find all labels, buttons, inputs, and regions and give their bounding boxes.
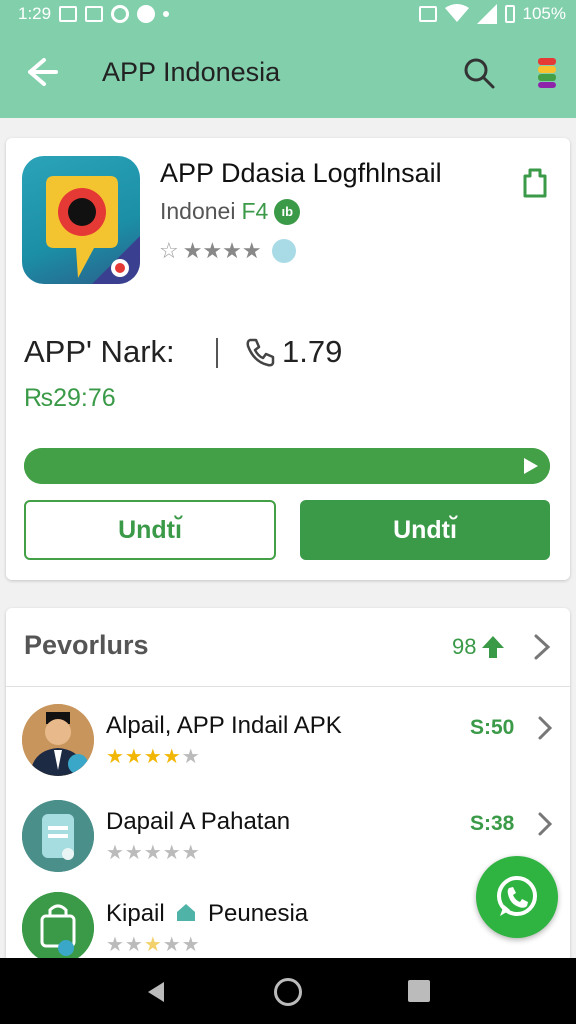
status-bar: 1:29 105% bbox=[0, 0, 576, 32]
section-title: Pevorlurs bbox=[24, 630, 149, 660]
battery-percent: 105% bbox=[522, 4, 566, 23]
chevron-right-icon[interactable] bbox=[534, 810, 556, 838]
whatsapp-icon bbox=[497, 876, 537, 916]
price-text: ₨29:76 bbox=[24, 384, 116, 412]
vertical-divider bbox=[216, 338, 218, 368]
app-icon bbox=[22, 156, 140, 284]
wifi-icon bbox=[444, 4, 469, 22]
list-item-price: S:50 bbox=[470, 716, 515, 739]
list-item-title: Alpail, APP Indail APK bbox=[106, 712, 342, 739]
nav-back-icon[interactable] bbox=[144, 980, 168, 1004]
signal-icon bbox=[476, 4, 497, 24]
section-count[interactable]: 98 bbox=[452, 634, 506, 660]
tablet-icon bbox=[22, 800, 94, 872]
mark-value: 1.79 bbox=[282, 334, 343, 369]
bookmark-icon[interactable] bbox=[520, 166, 550, 200]
rating-stars: ★★★★ bbox=[182, 238, 262, 263]
app-rating: ☆ ★★★★ bbox=[159, 238, 296, 264]
shopping-bag-icon bbox=[22, 892, 94, 964]
mark-label: APP' Nark: bbox=[24, 334, 175, 369]
progress-fill bbox=[24, 448, 550, 484]
list-item-rating: ★★★★★ bbox=[106, 746, 201, 768]
app-detail-card: APP Ddasia Logfhlnsail Indonei F4 ıb ☆ ★★… bbox=[6, 138, 570, 580]
home-icon bbox=[177, 904, 196, 921]
chevron-right-icon[interactable] bbox=[534, 714, 556, 742]
sim-icon bbox=[418, 6, 437, 22]
list-item-title: Dapail A Pahatan bbox=[106, 808, 291, 835]
developer-name: Indonei bbox=[160, 198, 236, 224]
chat-notification-icon bbox=[137, 5, 156, 23]
section-count-text: 98 bbox=[452, 634, 477, 659]
whatsapp-fab[interactable] bbox=[476, 856, 558, 938]
download-progress-bar bbox=[24, 448, 550, 484]
list-item[interactable]: Alpail, APP Indail APK ★★★★★ S:50 bbox=[6, 704, 570, 800]
developer-badge: ıb bbox=[274, 198, 301, 225]
rating-badge-icon bbox=[271, 239, 296, 263]
app-header: 1:29 105% APP Indonesia bbox=[0, 0, 576, 118]
phone-icon bbox=[246, 338, 275, 367]
map-pin-icon bbox=[46, 176, 140, 284]
system-nav-bar bbox=[0, 958, 576, 1024]
developer-suffix: F4 bbox=[241, 198, 269, 224]
more-notifications-icon bbox=[163, 11, 170, 17]
calendar-notification-icon bbox=[85, 6, 104, 22]
back-arrow-icon[interactable] bbox=[22, 54, 58, 90]
sync-notification-icon bbox=[111, 5, 130, 23]
list-item-title-suffix: Peunesia bbox=[208, 900, 309, 927]
status-right: 105% bbox=[418, 4, 566, 24]
play-icon[interactable] bbox=[520, 455, 542, 477]
search-icon[interactable] bbox=[462, 56, 496, 90]
status-time: 1:29 bbox=[18, 4, 52, 23]
image-notification-icon bbox=[59, 6, 78, 22]
status-left: 1:29 bbox=[18, 4, 170, 24]
person-avatar-icon bbox=[22, 704, 94, 776]
nav-home-icon[interactable] bbox=[274, 978, 302, 1006]
list-item-rating: ★★★★★ bbox=[106, 842, 201, 864]
list-item-price: S:38 bbox=[470, 812, 515, 835]
toolbar: APP Indonesia bbox=[0, 40, 576, 104]
nav-recent-apps-icon[interactable] bbox=[408, 980, 430, 1002]
colorful-menu-icon[interactable] bbox=[536, 56, 558, 90]
arrow-up-icon bbox=[482, 636, 505, 658]
page-title: APP Indonesia bbox=[102, 57, 281, 87]
battery-icon bbox=[504, 5, 515, 23]
list-item-rating: ★★★★★ bbox=[106, 934, 201, 956]
list-item-title: Kipail Peunesia bbox=[106, 900, 308, 928]
app-name: APP Ddasia Logfhlnsail bbox=[160, 158, 442, 188]
download-button-filled[interactable]: Undtı̆ bbox=[300, 500, 550, 560]
list-item-title-text: Kipail bbox=[106, 900, 165, 927]
section-divider bbox=[6, 686, 570, 687]
chevron-right-icon[interactable] bbox=[530, 632, 554, 662]
download-button-outline[interactable]: Undtı̆ bbox=[24, 500, 276, 560]
app-developer[interactable]: Indonei F4 ıb bbox=[160, 198, 301, 225]
